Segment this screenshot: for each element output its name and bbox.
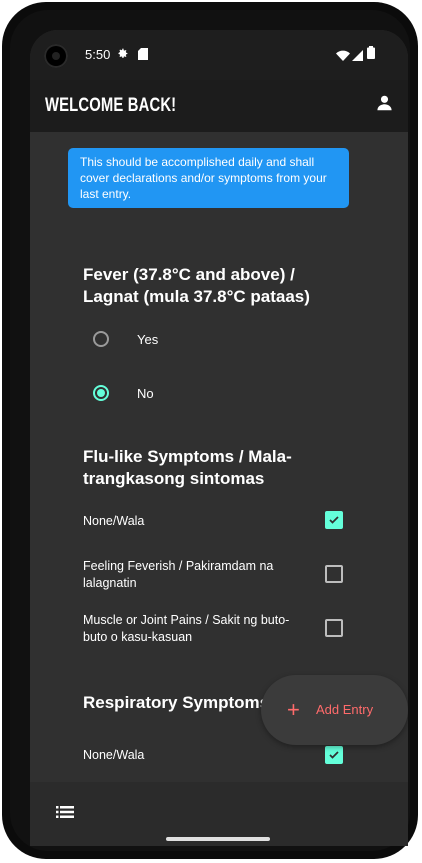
signal-icon (352, 48, 363, 66)
flu-item-pains-label: Muscle or Joint Pains / Sakit ng buto-bu… (83, 613, 290, 644)
plus-icon: + (287, 697, 300, 722)
radio-no-label[interactable]: No (137, 386, 154, 401)
fever-section-title: Fever (37.8°C and above) / Lagnat (mula … (83, 265, 310, 306)
add-entry-label: Add Entry (316, 702, 374, 717)
wifi-icon (336, 48, 350, 66)
sd-card-icon (138, 47, 148, 65)
radio-yes-label[interactable]: Yes (137, 332, 158, 347)
app-bar: WELCOME BACK! (30, 80, 408, 132)
checkbox-flu-feverish[interactable] (325, 565, 343, 583)
radio-fever-no[interactable] (93, 385, 109, 401)
list-icon[interactable] (56, 805, 74, 824)
home-indicator[interactable] (166, 837, 270, 841)
phone-frame: 5:50 WELCOME BACK! This should be accomp… (2, 2, 418, 859)
phone-bezel: 5:50 WELCOME BACK! This should be accomp… (10, 10, 410, 851)
app-screen: 5:50 WELCOME BACK! This should be accomp… (30, 30, 408, 846)
status-bar: 5:50 (30, 30, 408, 80)
settings-status-icon (116, 47, 129, 65)
checkbox-flu-none[interactable] (325, 511, 343, 529)
flu-section-title: Flu-like Symptoms / Mala-trangkasong sin… (83, 447, 292, 488)
checkbox-resp-none[interactable] (325, 746, 343, 764)
radio-fever-yes[interactable] (93, 331, 109, 347)
checkbox-flu-pains[interactable] (325, 619, 343, 637)
front-camera (44, 44, 68, 68)
battery-icon (367, 46, 375, 64)
flu-item-feverish-label: Feeling Feverish / Pakiramdam na lalagna… (83, 559, 274, 590)
account-icon[interactable] (376, 94, 393, 116)
add-entry-button[interactable]: + Add Entry (261, 675, 408, 745)
resp-item-none-label: None/Wala (83, 748, 145, 762)
flu-item-none-label: None/Wala (83, 514, 145, 528)
status-time: 5:50 (85, 47, 111, 62)
page-title: WELCOME BACK! (45, 95, 177, 116)
info-notice: This should be accomplished daily and sh… (68, 148, 349, 208)
